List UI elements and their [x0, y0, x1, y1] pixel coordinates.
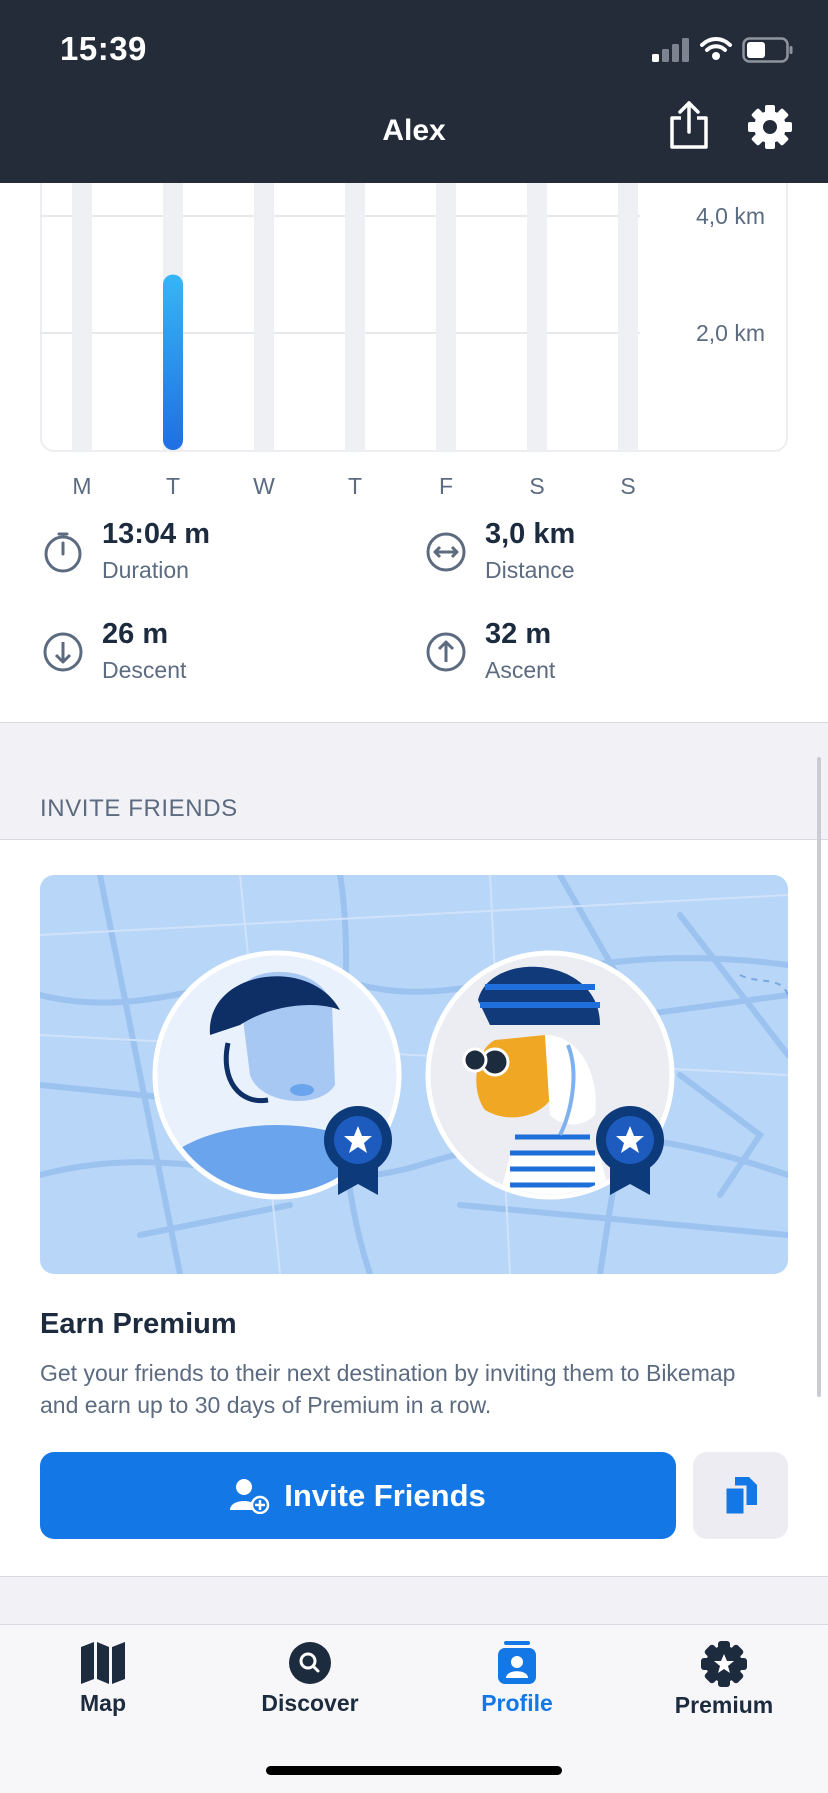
chart-bar-track: [254, 150, 274, 450]
chart-bar: [163, 274, 183, 450]
tab-map[interactable]: Map: [23, 1641, 183, 1717]
chart-day-label: T: [165, 473, 181, 499]
tab-discover-label: Discover: [261, 1690, 359, 1716]
invite-friends-button[interactable]: Invite Friends: [40, 1452, 676, 1539]
ascent-label: Ascent: [485, 657, 556, 683]
battery-icon: [742, 37, 793, 63]
search-icon: [289, 1642, 331, 1684]
distance-label: Distance: [485, 557, 575, 583]
chart-canvas: 2,0 km 4,0 km: [40, 150, 765, 450]
descent-label: Descent: [102, 657, 187, 683]
section-title-invite: INVITE FRIENDS: [40, 795, 238, 822]
tab-profile-label: Profile: [481, 1690, 553, 1716]
friend-avatar-right: [425, 950, 675, 1200]
add-person-icon: [230, 1478, 270, 1514]
earn-premium-title: Earn Premium: [40, 1308, 237, 1340]
tab-premium[interactable]: Premium: [644, 1641, 804, 1719]
chart-bar-track: [618, 150, 638, 450]
ascent-value: 32 m: [485, 618, 552, 650]
chart-day-label: T: [347, 473, 363, 499]
distance-value: 3,0 km: [485, 518, 576, 550]
profile-icon: [498, 1641, 536, 1684]
home-indicator: [266, 1766, 562, 1775]
duration-label: Duration: [102, 557, 189, 583]
gear-icon[interactable]: [747, 104, 793, 150]
section-separator-bottom: [0, 1576, 828, 1625]
tab-map-label: Map: [80, 1690, 126, 1716]
cellular-signal-icon: [652, 38, 689, 62]
wifi-icon: [700, 37, 732, 60]
arrow-down-icon: [43, 632, 83, 672]
status-time: 15:39: [60, 30, 147, 67]
chart-day-label: F: [438, 473, 454, 499]
chart-y-tick-label: 4,0 km: [696, 203, 765, 229]
duration-value: 13:04 m: [102, 518, 211, 550]
map-background-illustration: [40, 875, 788, 1274]
tab-profile[interactable]: Profile: [437, 1641, 597, 1717]
arrow-up-icon: [426, 632, 466, 672]
premium-badge-icon: [701, 1641, 747, 1687]
distance-icon: [426, 532, 466, 572]
chart-day-label: S: [620, 473, 636, 499]
invite-friends-label: Invite Friends: [284, 1477, 486, 1513]
copy-icon: [723, 1476, 757, 1516]
chart-bar-track: [527, 150, 547, 450]
chart-day-label: S: [529, 473, 545, 499]
descent-value: 26 m: [102, 618, 169, 650]
invite-illustration: [40, 875, 788, 1274]
map-icon: [81, 1642, 125, 1684]
stopwatch-icon: [44, 532, 82, 573]
copy-link-button[interactable]: [693, 1452, 788, 1539]
earn-premium-description: Get your friends to their next destinati…: [40, 1360, 736, 1418]
tab-premium-label: Premium: [674, 1692, 774, 1718]
weekly-distance-chart: 2,0 km 4,0 km: [40, 150, 788, 452]
chart-y-tick-label: 2,0 km: [696, 320, 765, 346]
navigation-header: 15:39 Alex: [0, 0, 828, 183]
chart-bar-track: [436, 150, 456, 450]
chart-bar-track: [345, 150, 365, 450]
friend-avatar-left: [152, 950, 402, 1200]
tab-discover[interactable]: Discover: [230, 1641, 390, 1717]
share-icon[interactable]: [668, 100, 710, 150]
scrollbar[interactable]: [817, 757, 821, 1397]
chart-bar-track: [72, 150, 92, 450]
chart-day-label: M: [72, 473, 92, 499]
chart-day-label: W: [253, 473, 275, 499]
